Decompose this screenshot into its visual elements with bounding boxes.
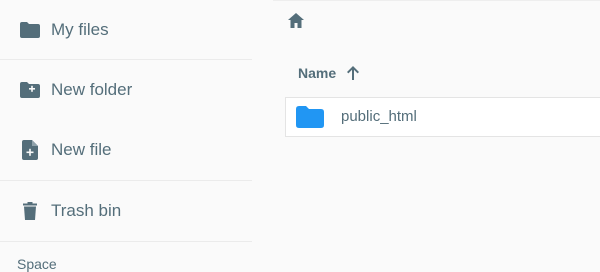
delete-icon [19,200,41,222]
sidebar: My files New folder New file Trash bin S… [0,0,252,272]
home-icon[interactable] [285,10,307,32]
sidebar-item-label: My files [51,20,109,39]
sidebar-item-trash-bin[interactable]: Trash bin [0,181,252,241]
sidebar-item-my-files[interactable]: My files [0,0,252,60]
create-new-folder-icon [19,79,41,101]
note-add-icon [19,139,41,161]
folder-icon [296,106,324,128]
file-name: public_html [341,108,417,125]
sidebar-item-label: Trash bin [51,201,122,220]
column-header-label: Name [298,65,337,81]
sidebar-item-new-file[interactable]: New file [0,120,252,180]
section-label: Space [17,256,57,272]
divider [0,241,252,242]
folder-icon [19,19,41,41]
breadcrumb-bar [273,0,600,47]
sidebar-item-label: New file [51,140,112,159]
sidebar-item-label: New folder [51,80,133,99]
arrow-upward-icon [345,65,361,81]
sidebar-item-new-folder[interactable]: New folder [0,60,252,120]
list-item[interactable]: public_html [285,97,600,137]
name-column-header[interactable]: Name [298,62,361,84]
